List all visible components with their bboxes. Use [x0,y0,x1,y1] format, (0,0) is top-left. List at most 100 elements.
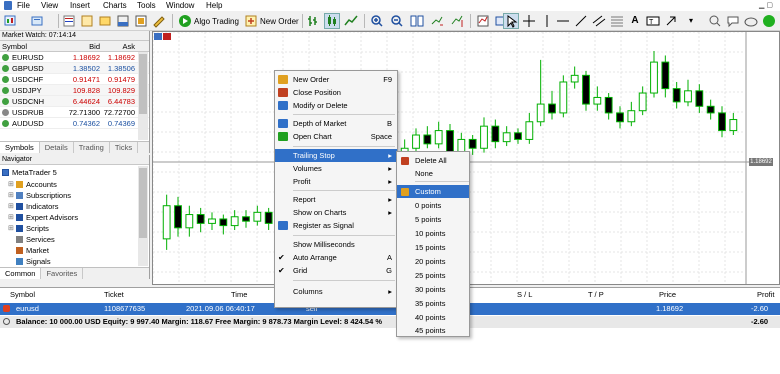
menu-item-profit[interactable]: Profit ▸ [275,175,397,188]
list-item[interactable]: USDRUB 72.71300 72.72700 [0,107,149,118]
search-button[interactable] [708,13,722,29]
menu-item-columns[interactable]: Columns ▸ [275,285,397,298]
navigator-scrollbar[interactable] [138,166,148,266]
new-order-button[interactable]: New Order [244,13,299,29]
crosshair-button[interactable] [522,13,536,29]
column-symbol[interactable]: Symbol [10,290,35,299]
menu-item-auto-arrange[interactable]: ✔ Auto Arrange A [275,251,397,264]
list-item[interactable]: USDCNH 6.44624 6.44783 [0,96,149,107]
chat-button[interactable] [726,13,740,29]
column-price[interactable]: Price [659,290,676,299]
zoom-in-button[interactable] [370,13,384,29]
menu-item-trailing-stop[interactable]: Trailing Stop ▸ [275,149,397,162]
trendline-button[interactable] [574,13,588,29]
menu-item-open-chart[interactable]: Open Chart Space [275,130,397,143]
profiles-button[interactable] [30,13,44,29]
navigator-item[interactable]: Signals [8,256,51,267]
tab-ticks[interactable]: Ticks [110,142,139,153]
arrows-button[interactable] [664,13,678,29]
tab-favorites[interactable]: Favorites [41,268,84,279]
toolbox-button[interactable] [116,13,130,29]
submenu-item[interactable]: Delete All [397,154,469,167]
navigator-item[interactable]: ⊞ Scripts [8,223,49,234]
column-ask[interactable]: Ask [100,41,137,51]
market-watch-button[interactable] [62,13,76,29]
menu-item-depth-of-market[interactable]: Depth of Market B [275,117,397,130]
menu-help[interactable]: Help [206,0,222,11]
column-symbol[interactable]: Symbol [0,41,58,51]
submenu-item[interactable]: 35 points [397,297,469,310]
menu-item-show-on-charts[interactable]: Show on Charts ▸ [275,206,397,219]
tile-windows-button[interactable] [410,13,424,29]
menu-view[interactable]: View [41,0,58,11]
column-tp[interactable]: T / P [588,290,604,299]
menu-item-new-order[interactable]: New Order F9 [275,73,397,86]
submenu-item[interactable]: None [397,167,469,180]
submenu-item[interactable]: 15 points [397,241,469,254]
navigator-button[interactable] [98,13,112,29]
fibonacci-button[interactable] [610,13,624,29]
navigator-item[interactable]: ⊞ Indicators [8,201,59,212]
column-time[interactable]: Time [231,290,247,299]
column-profit[interactable]: Profit [757,290,775,299]
tab-symbols[interactable]: Symbols [0,142,40,153]
submenu-item[interactable]: 0 points [397,199,469,212]
tab-trading[interactable]: Trading [74,142,110,153]
menu-item-modify-or-delete[interactable]: Modify or Delete [275,99,397,112]
submenu-item[interactable]: 25 points [397,269,469,282]
list-item[interactable]: AUDUSD 0.74362 0.74369 [0,118,149,129]
column-ticket[interactable]: Ticket [104,290,124,299]
expand-toolbar-button[interactable]: ▾ [684,13,698,29]
horizontal-line-button[interactable] [556,13,570,29]
menu-item-volumes[interactable]: Volumes ▸ [275,162,397,175]
text-label-button[interactable]: T [646,13,660,29]
algo-trading-button[interactable]: Algo Trading [178,13,239,29]
signal-strength-button[interactable] [762,13,776,29]
scroll-chart-button[interactable] [430,13,444,29]
navigator-item[interactable]: Market [8,245,49,256]
menu-item-show-milliseconds[interactable]: Show Milliseconds [275,238,397,251]
menu-file[interactable]: File [17,0,30,11]
submenu-item[interactable]: 10 points [397,227,469,240]
scrollbar-thumb[interactable] [139,168,147,238]
navigator-item[interactable]: ⊞ Expert Advisors [8,212,78,223]
navigator-item[interactable]: ⊞ Accounts [8,179,57,190]
submenu-item[interactable]: 40 points [397,311,469,324]
bar-chart-button[interactable] [306,13,320,29]
menu-item-grid[interactable]: ✔ Grid G [275,264,397,277]
menu-item-report[interactable]: Report ▸ [275,193,397,206]
new-chart-button[interactable] [4,13,18,29]
navigator-item[interactable]: ⊞ Subscriptions [8,190,71,201]
column-sl[interactable]: S / L [517,290,532,299]
chart-shift-button[interactable] [450,13,464,29]
list-item[interactable]: GBPUSD 1.38502 1.38506 [0,63,149,74]
vertical-line-button[interactable] [540,13,554,29]
market-watch-scrollbar[interactable] [138,52,148,140]
data-window-button[interactable] [80,13,94,29]
list-item[interactable]: USDCHF 0.91471 0.91479 [0,74,149,85]
submenu-item[interactable]: 5 points [397,213,469,226]
zoom-out-button[interactable] [390,13,404,29]
submenu-item[interactable]: 45 points [397,324,469,337]
menu-charts[interactable]: Charts [103,0,127,11]
navigator-root[interactable]: MetaTrader 5 [2,167,57,178]
list-item[interactable]: EURUSD 1.18692 1.18692 [0,52,149,63]
cursor-button[interactable] [503,13,519,29]
tab-common[interactable]: Common [0,268,42,279]
menu-tools[interactable]: Tools [137,0,156,11]
column-bid[interactable]: Bid [58,41,100,51]
equidistant-channel-button[interactable] [592,13,606,29]
menu-window[interactable]: Window [166,0,194,11]
indicators-button[interactable] [476,13,490,29]
text-tool-button[interactable]: A [628,13,642,29]
submenu-item[interactable]: 20 points [397,255,469,268]
window-controls-icon[interactable]: ▁ ▢ [743,1,773,10]
submenu-item[interactable]: Custom [397,185,469,198]
list-item[interactable]: USDJPY 109.828 109.829 [0,85,149,96]
line-chart-button[interactable] [344,13,358,29]
tab-details[interactable]: Details [40,142,74,153]
scrollbar-thumb[interactable] [139,54,147,114]
submenu-item[interactable]: 30 points [397,283,469,296]
navigator-item[interactable]: Services [8,234,55,245]
strategy-tester-button[interactable] [134,13,148,29]
